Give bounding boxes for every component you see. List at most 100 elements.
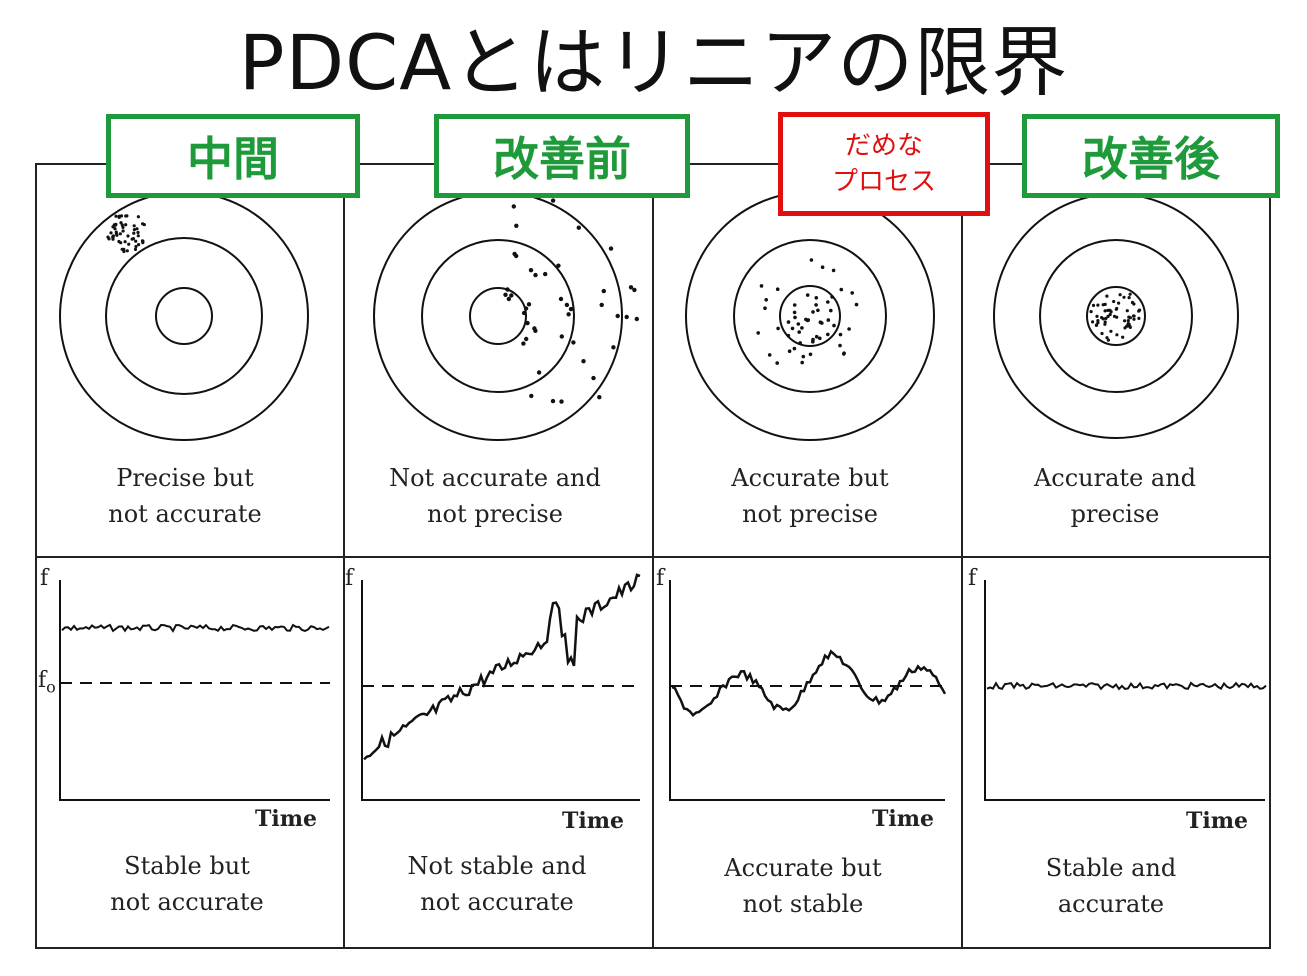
target-2-bullseye (469, 287, 527, 345)
shot-dot (1100, 331, 1104, 336)
shot-dot (811, 337, 815, 342)
ref-f: f (38, 668, 47, 693)
shot-dot (523, 306, 529, 311)
shot-dot (505, 287, 510, 292)
shot-dot (1128, 325, 1132, 329)
shot-dot (1096, 303, 1100, 307)
target-1-bullseye (155, 287, 213, 345)
shot-dot (528, 268, 534, 273)
shot-dot (130, 237, 134, 241)
shot-dot (756, 331, 760, 335)
target-1-caption-line2: not accurate (108, 500, 262, 528)
shot-dot (759, 284, 764, 288)
chart-4-caption-line1: Stable and (1045, 854, 1177, 882)
shot-dot (533, 272, 538, 278)
shot-dot (608, 246, 614, 251)
shot-dot (126, 234, 130, 238)
shot-dot (830, 295, 834, 299)
shot-dot (792, 310, 797, 315)
chart-4-series (986, 681, 1267, 691)
shot-dot (1127, 315, 1131, 319)
shot-dot (611, 345, 616, 350)
shot-dot (114, 232, 118, 236)
chart-3-series (671, 649, 947, 717)
shot-dot (556, 263, 561, 268)
shot-dot (800, 360, 804, 365)
shot-dot (839, 287, 844, 292)
shot-dot (1112, 299, 1116, 304)
shot-dot (533, 328, 538, 333)
shot-dot (1105, 336, 1109, 340)
shot-dot (847, 327, 851, 331)
shot-dot (775, 287, 780, 292)
shot-dot (141, 222, 145, 226)
shot-dot (798, 341, 802, 345)
target-4-shots (1089, 292, 1142, 342)
target-1 (59, 191, 309, 441)
shot-dot (568, 306, 574, 312)
shot-dot (571, 340, 576, 345)
shot-dot (818, 336, 822, 341)
chart-1-axes (59, 580, 330, 801)
shot-dot (854, 302, 859, 307)
shot-dot (135, 227, 139, 231)
shot-dot (842, 351, 846, 356)
tag-after-label: 改善後 (1082, 132, 1220, 186)
shot-dot (790, 326, 795, 331)
shot-dot (826, 300, 830, 304)
shot-dot (764, 298, 768, 302)
shot-dot (763, 306, 767, 311)
shot-dot (106, 235, 110, 239)
chart-4-y-label: f (968, 566, 977, 591)
chart-3-axes (669, 580, 945, 801)
shot-dot (816, 308, 820, 313)
shot-dot (597, 395, 602, 400)
shot-dot (124, 214, 128, 218)
tag-before-improvement: 改善前 (434, 114, 690, 198)
shot-dot (814, 303, 818, 307)
chart-4-caption-line2: accurate (1057, 890, 1165, 918)
shot-dot (1121, 335, 1125, 339)
shot-dot (1103, 309, 1107, 313)
shot-dot (1132, 317, 1136, 321)
shot-dot (521, 310, 527, 316)
tag-bad-process: だめな プロセス (778, 112, 990, 216)
shot-dot (134, 239, 138, 243)
shot-dot (559, 334, 564, 339)
chart-1-caption-line1: Stable but (124, 852, 250, 880)
shot-dot (826, 332, 830, 337)
target-3-middle-ring (733, 239, 887, 393)
shot-dot (121, 229, 125, 233)
tag-after-improvement: 改善後 (1022, 114, 1280, 198)
chart-3-y-label: f (656, 566, 665, 591)
shot-dot (787, 349, 792, 354)
shot-dot (119, 221, 123, 225)
shot-dot (591, 375, 596, 381)
shot-dot (615, 313, 620, 319)
shot-dot (797, 330, 801, 334)
shot-dot (1101, 303, 1105, 307)
shot-dot (820, 321, 824, 325)
shot-dot (786, 320, 791, 324)
shot-dot (112, 223, 116, 227)
shot-dot (800, 326, 804, 330)
shot-dot (1091, 303, 1096, 307)
shot-dot (1115, 315, 1119, 319)
shot-dot (1137, 316, 1141, 320)
target-3-caption: Accurate but not precise (685, 460, 935, 532)
target-2-middle-ring (421, 239, 575, 393)
chart-2-series (363, 573, 641, 761)
chart-2-y-label: f (345, 566, 354, 591)
shot-dot (514, 223, 519, 228)
tag-before-label: 改善前 (493, 132, 631, 186)
target-1-middle-ring (105, 237, 263, 395)
shot-dot (801, 354, 806, 359)
shot-dot (1131, 314, 1136, 318)
shot-dot (814, 334, 819, 339)
shot-dot (838, 332, 843, 337)
shot-dot (1106, 314, 1110, 318)
shot-dot (127, 242, 131, 246)
shot-dot (581, 359, 586, 364)
chart-1-ref-label: fo (38, 668, 56, 696)
target-3-shots (756, 258, 859, 365)
